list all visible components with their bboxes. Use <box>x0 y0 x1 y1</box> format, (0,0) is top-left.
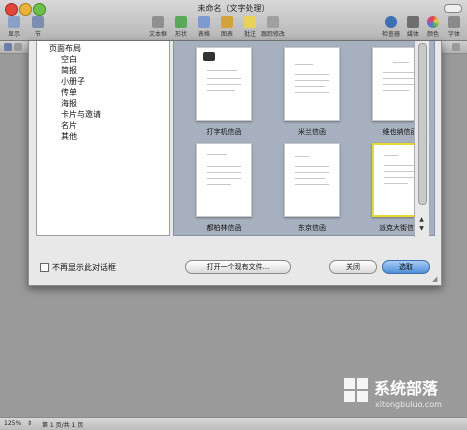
template-thumbnail <box>196 47 252 121</box>
watermark-title: 系统部落 <box>374 379 439 398</box>
shapes-icon <box>175 16 187 28</box>
watermark-url: xitongbuluo.com <box>375 400 442 409</box>
sections-icon <box>32 16 44 28</box>
category-item[interactable]: 名片 <box>61 120 77 131</box>
category-item[interactable]: 空白 <box>61 54 77 65</box>
category-item[interactable]: 其他 <box>61 131 77 142</box>
chart-icon <box>221 16 233 28</box>
page-count: 第 1 页/共 1 页 <box>42 422 84 429</box>
template-thumbnail <box>284 143 340 217</box>
toolbar-track-changes-button[interactable]: 跟踪修改 <box>259 16 287 38</box>
typewriter-icon <box>203 52 215 61</box>
format-button[interactable] <box>4 43 12 51</box>
media-icon <box>407 16 419 28</box>
title-bar: 未命名（文字处理） 显示 节 文本框 形状 表格 图表 批注 跟踪修改 检查器 <box>0 0 467 41</box>
format-button[interactable] <box>14 43 22 51</box>
category-item[interactable]: 简报 <box>61 65 77 76</box>
template-label: 都柏林信函 <box>206 224 242 232</box>
resize-grip-icon[interactable]: ◢ <box>432 276 439 283</box>
template-thumbnail <box>196 143 252 217</box>
template-item[interactable]: 都柏林信函 <box>196 143 252 233</box>
window-title: 未命名（文字处理） <box>197 4 270 13</box>
toolbar-label: 节 <box>34 31 41 38</box>
template-item[interactable]: 东京信函 <box>284 143 340 233</box>
toolbar-label: 跟踪修改 <box>260 31 285 38</box>
category-item[interactable]: 卡片与邀请 <box>61 109 101 120</box>
fonts-icon <box>448 16 460 28</box>
dont-show-again-checkbox[interactable] <box>40 263 49 272</box>
status-bar: 125% ⇕ 第 1 页/共 1 页 <box>0 417 467 430</box>
close-button[interactable]: 关闭 <box>329 260 377 274</box>
template-grid: 打字机信函 米兰信函 维也纳信函 都柏林信函 东京信函 派克大街信函 <box>173 41 435 236</box>
scrollbar-thumb[interactable] <box>418 43 427 205</box>
template-thumbnail <box>284 47 340 121</box>
template-chooser-sheet: 页面布局 空白 简报 小册子 传单 海报 卡片与邀请 名片 其他 打字机信函 米… <box>28 41 442 286</box>
zoom-stepper-icon[interactable]: ⇕ <box>27 420 32 427</box>
colors-icon <box>427 16 439 28</box>
template-label: 打字机信函 <box>206 128 242 136</box>
site-watermark: 系统部落 xitongbuluo.com <box>342 374 467 416</box>
toolbar-label: 字体 <box>447 31 460 38</box>
category-item[interactable]: 传单 <box>61 87 77 98</box>
choose-button[interactable]: 选取 <box>382 260 430 274</box>
scroll-up-icon[interactable]: ▲ <box>418 217 425 223</box>
toolbar-fonts-button[interactable]: 字体 <box>440 16 467 38</box>
template-item[interactable]: 米兰信函 <box>284 47 340 137</box>
inspector-icon <box>385 16 397 28</box>
table-icon <box>198 16 210 28</box>
template-item[interactable]: 打字机信函 <box>196 47 252 137</box>
category-list: 页面布局 空白 简报 小册子 传单 海报 卡片与邀请 名片 其他 <box>36 41 170 236</box>
open-existing-file-button[interactable]: 打开一个现有文件... <box>185 260 291 274</box>
toolbar-sections-button[interactable]: 节 <box>24 16 52 38</box>
windows-logo-icon <box>344 378 368 402</box>
category-item[interactable]: 海报 <box>61 98 77 109</box>
format-button[interactable] <box>452 43 460 51</box>
zoom-select[interactable]: 125% <box>4 420 21 427</box>
dont-show-again-label: 不再显示此对话框 <box>52 263 116 272</box>
template-scrollbar[interactable]: ▲ ▼ <box>414 41 429 237</box>
category-item[interactable]: 小册子 <box>61 76 85 87</box>
template-label: 东京信函 <box>298 224 326 232</box>
comment-icon <box>244 16 256 28</box>
track-changes-icon <box>267 16 279 28</box>
scroll-down-icon[interactable]: ▼ <box>418 226 425 232</box>
textbox-icon <box>152 16 164 28</box>
category-item[interactable]: 页面布局 <box>49 43 81 54</box>
toolbar-toggle-button[interactable] <box>444 4 462 13</box>
template-label: 米兰信函 <box>298 128 326 136</box>
dont-show-again-option[interactable]: 不再显示此对话框 <box>40 262 116 273</box>
sidebar-icon <box>8 16 20 28</box>
